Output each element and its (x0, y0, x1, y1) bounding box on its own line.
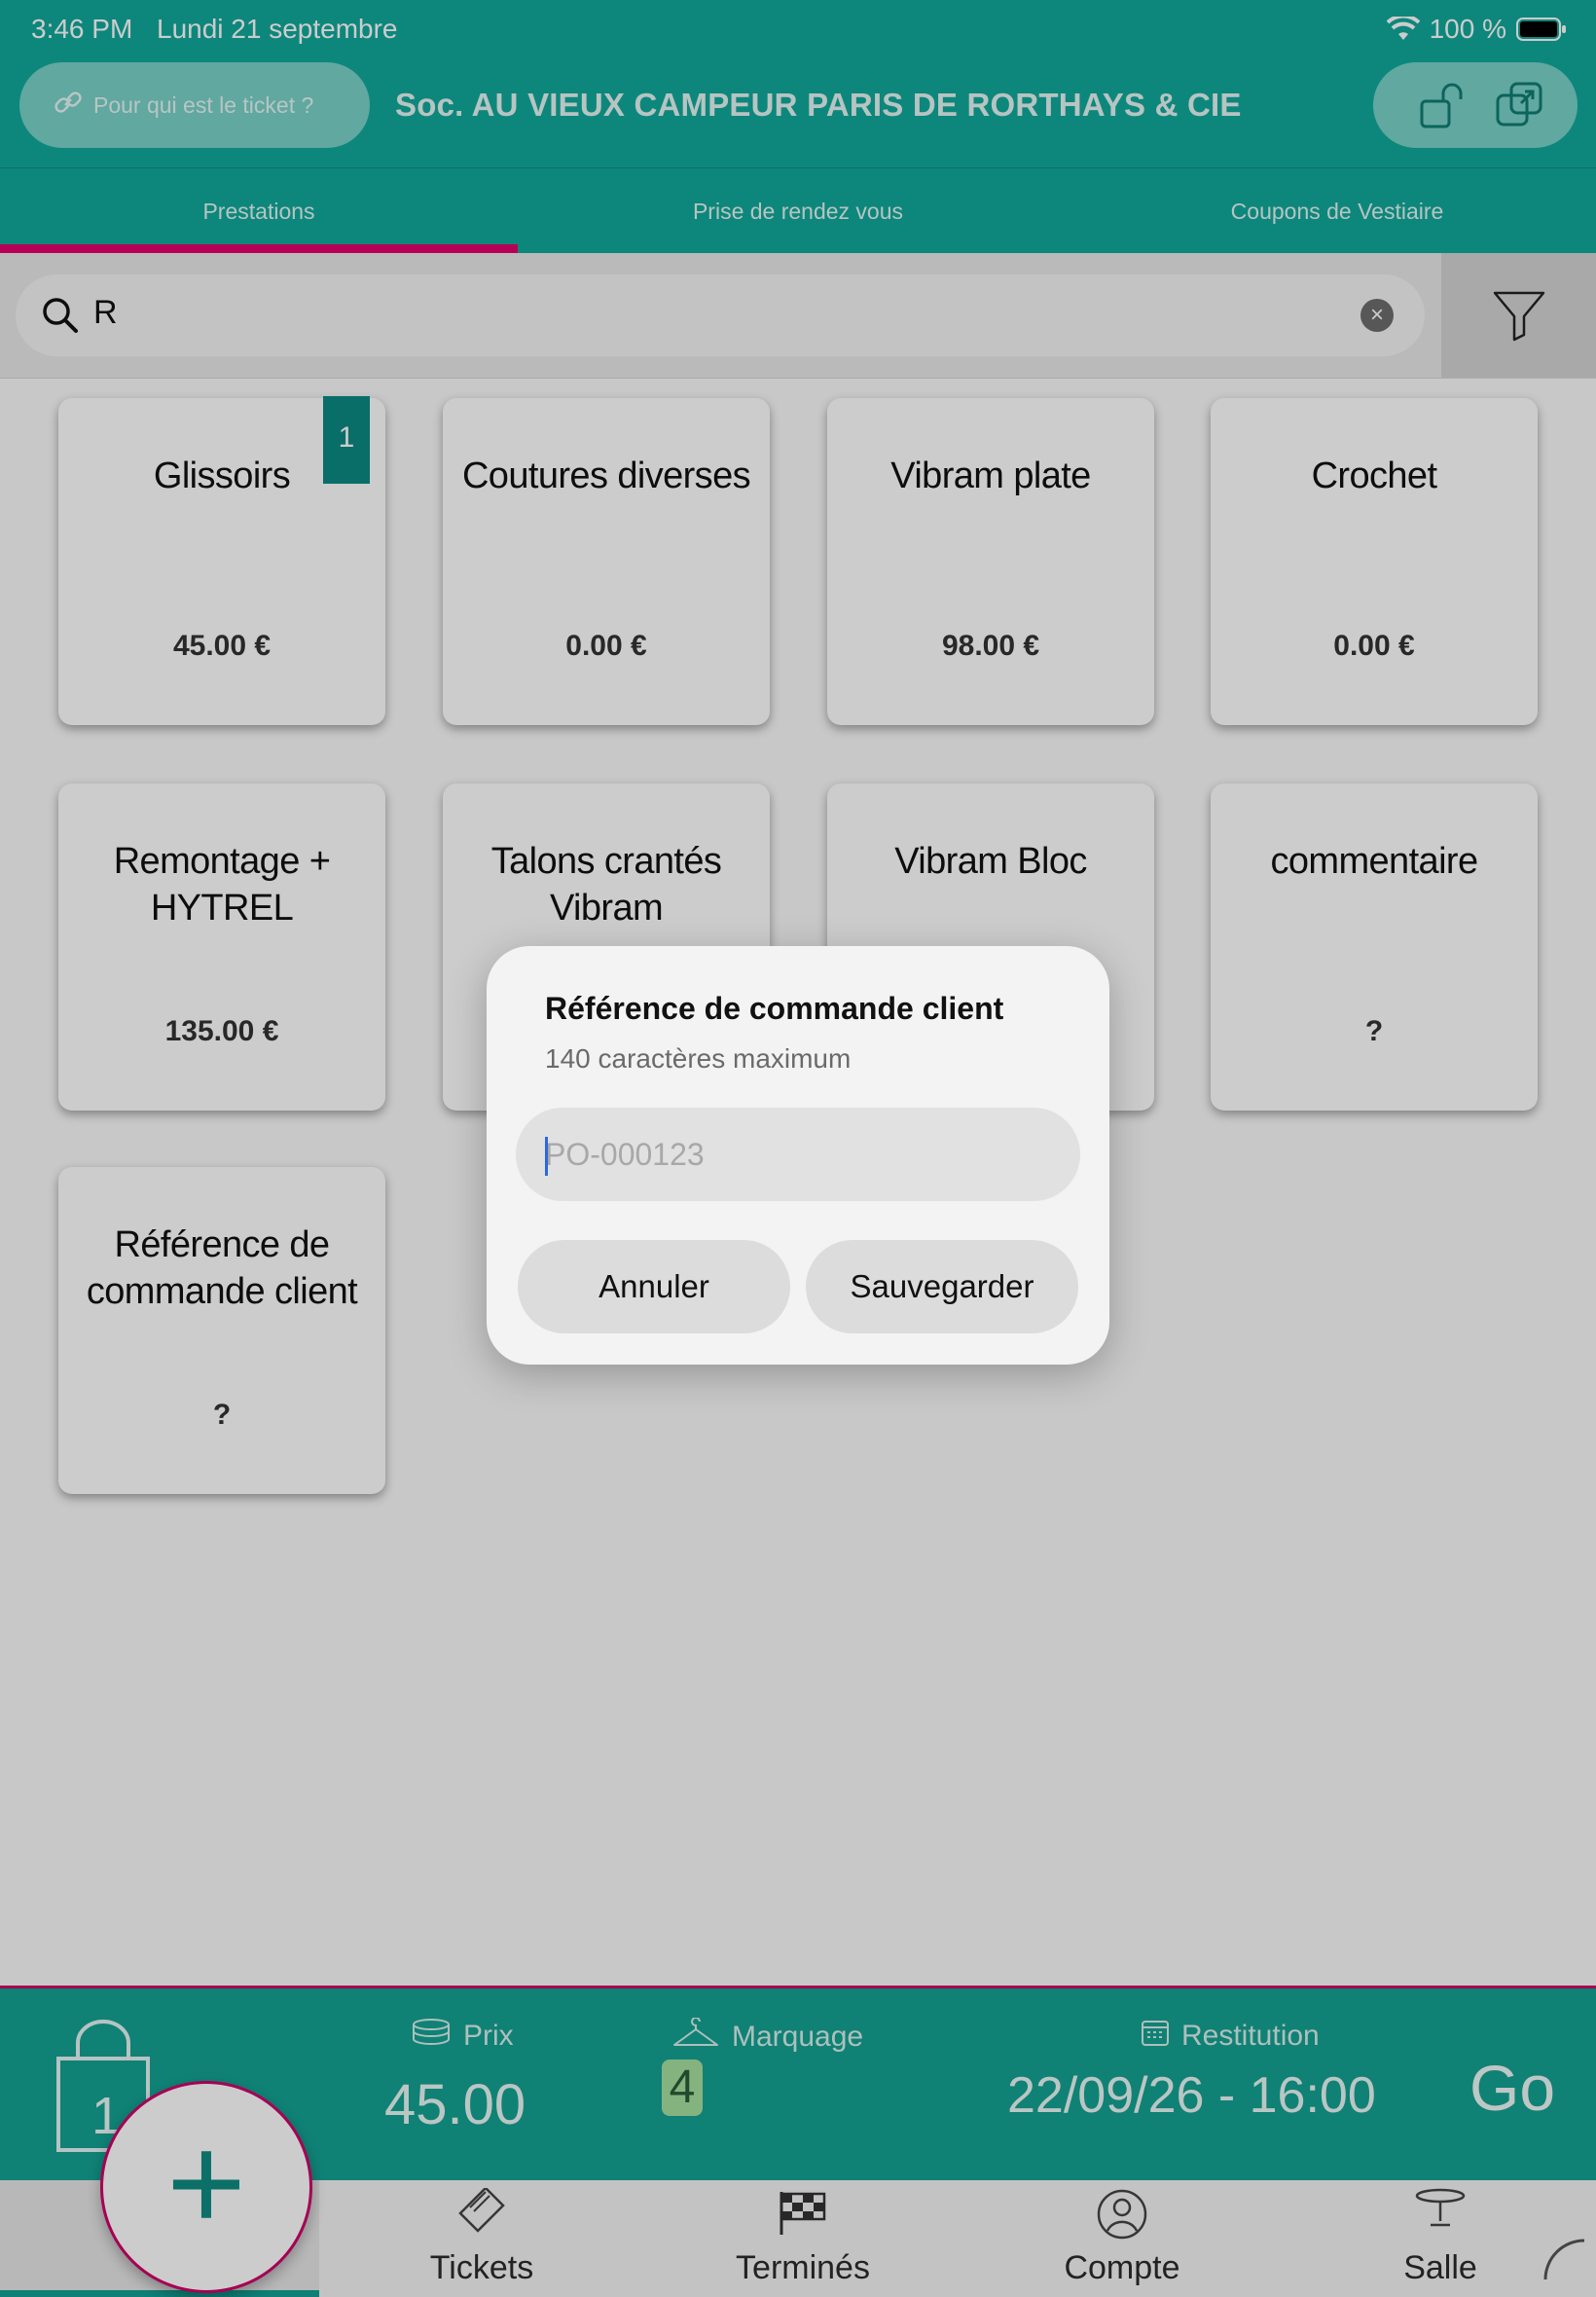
order-reference-placeholder: PO-000123 (545, 1137, 705, 1172)
save-button[interactable]: Sauvegarder (806, 1240, 1078, 1333)
text-caret (545, 1137, 548, 1176)
order-reference-input[interactable]: PO-000123 (516, 1108, 1080, 1201)
dialog-subtitle: 140 caractères maximum (545, 1043, 852, 1074)
cancel-button[interactable]: Annuler (518, 1240, 790, 1333)
order-reference-dialog: Référence de commande client 140 caractè… (487, 946, 1109, 1365)
dialog-title: Référence de commande client (545, 991, 1004, 1026)
